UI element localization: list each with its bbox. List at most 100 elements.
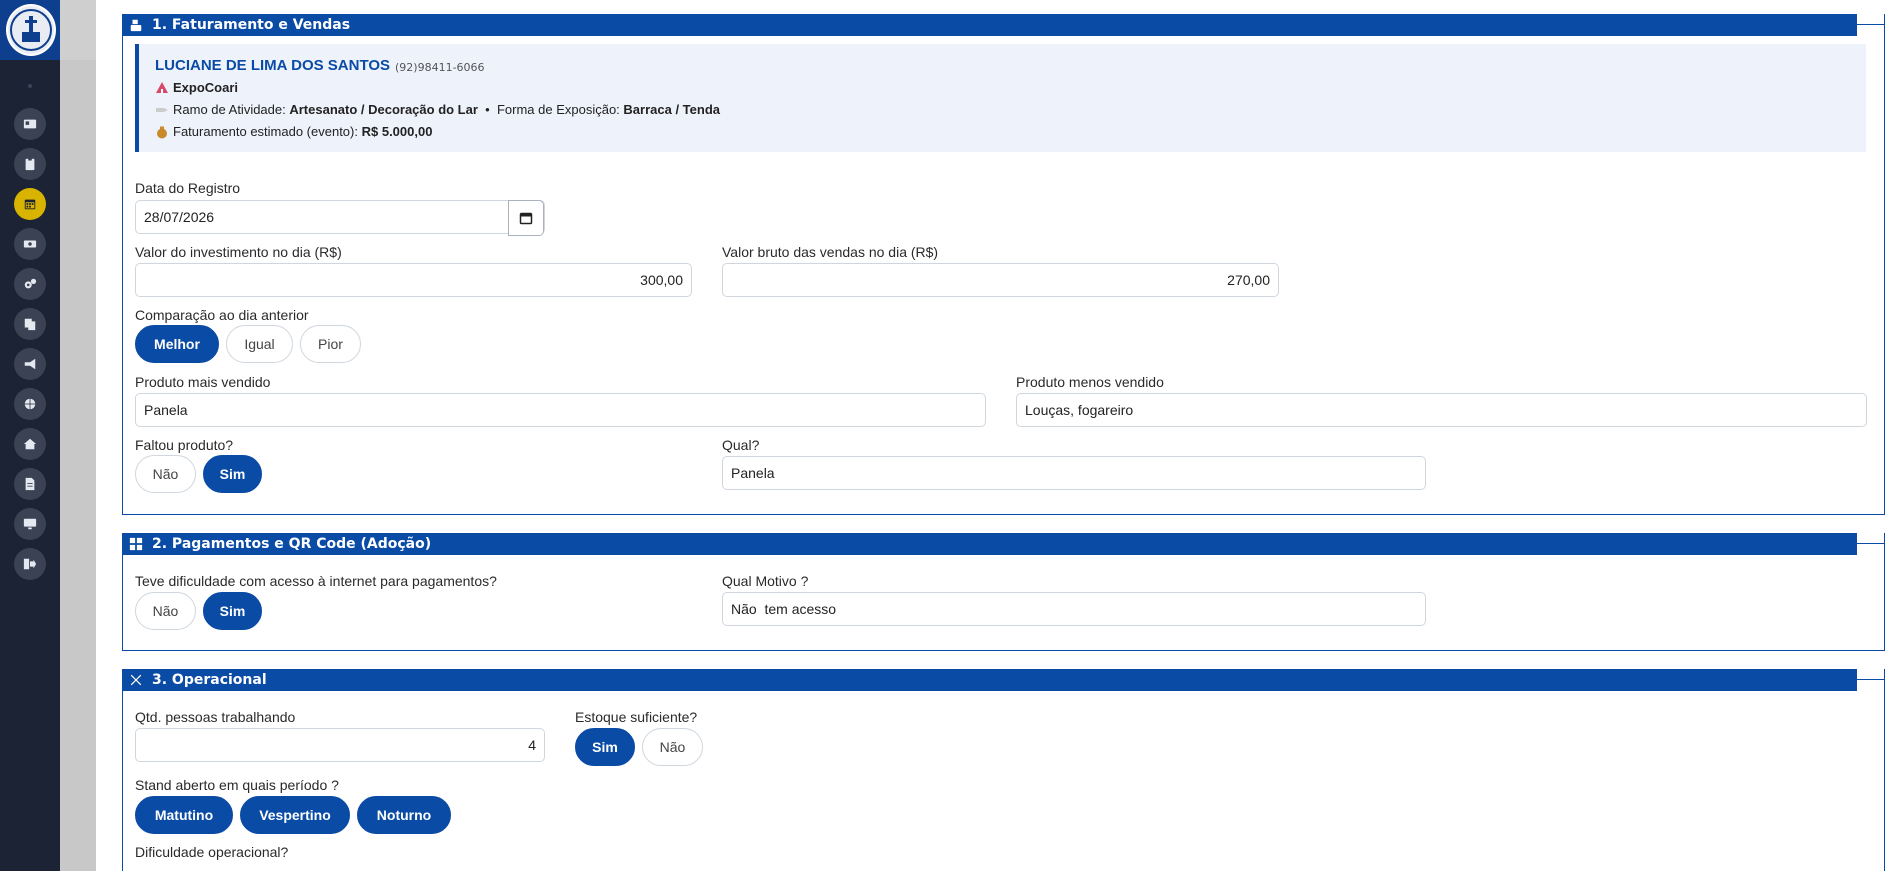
- produto-menos-label: Produto menos vendido: [1016, 374, 1164, 390]
- section-faturamento: 1. Faturamento e Vendas LUCIANE DE LIMA …: [122, 14, 1885, 515]
- section-pagamentos: 2. Pagamentos e QR Code (Adoção) Teve di…: [122, 533, 1885, 651]
- qual-value: Panela: [731, 465, 775, 481]
- qr-code-icon: [128, 536, 144, 552]
- circus-tent-icon: [156, 81, 168, 93]
- data-registro-value: 28/07/2026: [144, 209, 215, 225]
- comparacao-melhor-button[interactable]: Melhor: [135, 325, 219, 363]
- internet-sim-button[interactable]: Sim: [203, 592, 262, 630]
- section-1-corner: [1857, 24, 1885, 25]
- exhibitor-phone: (92)98411-6066: [395, 61, 485, 74]
- activity-row: Ramo de Atividade: Artesanato / Decoraçã…: [155, 102, 720, 117]
- vendas-brutas-input[interactable]: 270,00: [722, 263, 1279, 297]
- produto-menos-input[interactable]: Louças, fogareiro: [1016, 393, 1867, 427]
- periodo-noturno-button[interactable]: Noturno: [357, 796, 451, 834]
- section-1-title: 1. Faturamento e Vendas: [152, 17, 351, 33]
- main-content: 1. Faturamento e Vendas LUCIANE DE LIMA …: [96, 0, 1893, 871]
- periodo-vespertino-button[interactable]: Vespertino: [240, 796, 350, 834]
- forma-label: Forma de Exposição:: [496, 102, 620, 117]
- comparacao-label: Comparação ao dia anterior: [135, 307, 309, 323]
- nav-monitor[interactable]: [14, 508, 46, 540]
- gears-icon: [24, 278, 37, 289]
- calendar-picker-button[interactable]: [508, 200, 544, 236]
- nav-gears[interactable]: [14, 268, 46, 300]
- tools-icon: [128, 672, 144, 688]
- section-2-title: 2. Pagamentos e QR Code (Adoção): [152, 536, 432, 552]
- cash-register-icon: [128, 17, 144, 33]
- investimento-input[interactable]: 300,00: [135, 263, 692, 297]
- nav-copy[interactable]: [14, 308, 46, 340]
- investimento-value: 300,00: [640, 272, 683, 288]
- data-registro-input[interactable]: 28/07/2026: [135, 200, 545, 236]
- logout-icon: [23, 558, 37, 570]
- dificuldade-operacional-label: Dificuldade operacional?: [135, 844, 289, 860]
- faltou-nao-button[interactable]: Não: [135, 455, 196, 493]
- nav-file[interactable]: [14, 468, 46, 500]
- clipboard-icon: [25, 157, 35, 171]
- section-3-header[interactable]: 3. Operacional: [122, 669, 1857, 691]
- section-2-corner: [1857, 543, 1885, 544]
- faturamento-value: R$ 5.000,00: [361, 124, 433, 139]
- faturamento-label: Faturamento estimado (evento):: [173, 124, 358, 139]
- pessoas-label: Qtd. pessoas trabalhando: [135, 709, 296, 725]
- nav-money[interactable]: [14, 228, 46, 260]
- id-card-icon: [23, 119, 37, 129]
- monitor-icon: [23, 518, 37, 530]
- forma-value: Barraca / Tenda: [623, 102, 721, 117]
- gutter-bar: [60, 60, 96, 871]
- revenue-row: Faturamento estimado (evento): R$ 5.000,…: [155, 124, 432, 139]
- separator: •: [485, 102, 490, 117]
- ramo-value: Artesanato / Decoração do Lar: [289, 102, 478, 117]
- tag-icon: [156, 107, 168, 112]
- produto-mais-input[interactable]: Panela: [135, 393, 986, 427]
- vendas-brutas-label: Valor bruto das vendas no dia (R$): [722, 244, 939, 260]
- exhibitor-info-card: LUCIANE DE LIMA DOS SANTOS (92)98411-606…: [135, 44, 1866, 152]
- estoque-nao-button[interactable]: Não: [642, 728, 703, 766]
- estoque-label: Estoque suficiente?: [575, 709, 698, 725]
- nav-clipboard[interactable]: [14, 148, 46, 180]
- nav-logout[interactable]: [14, 548, 46, 580]
- megaphone-icon: [24, 358, 36, 370]
- motivo-input[interactable]: Não tem acesso: [722, 592, 1426, 626]
- investimento-label: Valor do investimento no dia (R$): [135, 244, 342, 260]
- data-registro-label: Data do Registro: [135, 180, 241, 196]
- nav-calendar[interactable]: [14, 188, 46, 220]
- calendar-icon: [24, 199, 36, 210]
- internet-nao-button[interactable]: Não: [135, 592, 196, 630]
- qual-label: Qual?: [722, 437, 760, 453]
- faltou-sim-button[interactable]: Sim: [203, 455, 262, 493]
- sidebar: [0, 0, 60, 871]
- nav-id-card[interactable]: [14, 108, 46, 140]
- exhibitor-name: LUCIANE DE LIMA DOS SANTOS: [155, 57, 391, 74]
- nav-megaphone[interactable]: [14, 348, 46, 380]
- logo[interactable]: [6, 4, 56, 56]
- section-operacional: 3. Operacional Qtd. pessoas trabalhando …: [122, 669, 1885, 871]
- pessoas-value: 4: [528, 737, 536, 753]
- internet-dificuldade-label: Teve dificuldade com acesso à internet p…: [135, 573, 497, 589]
- comparacao-pior-button[interactable]: Pior: [300, 325, 361, 363]
- globe-icon: [24, 398, 36, 410]
- sidebar-dot: [28, 84, 32, 88]
- section-2-header[interactable]: 2. Pagamentos e QR Code (Adoção): [122, 533, 1857, 555]
- produto-mais-label: Produto mais vendido: [135, 374, 271, 390]
- money-bag-icon: [157, 126, 167, 138]
- produto-menos-value: Louças, fogareiro: [1025, 402, 1134, 418]
- pessoas-input[interactable]: 4: [135, 728, 545, 762]
- periodo-label: Stand aberto em quais período ?: [135, 777, 339, 793]
- qual-input[interactable]: Panela: [722, 456, 1426, 490]
- event-row: ExpoCoari: [155, 80, 238, 95]
- copy-icon: [24, 318, 36, 331]
- comparacao-igual-button[interactable]: Igual: [226, 325, 293, 363]
- gutter: [60, 0, 96, 871]
- vendas-brutas-value: 270,00: [1227, 272, 1270, 288]
- section-1-header[interactable]: 1. Faturamento e Vendas: [122, 14, 1857, 36]
- city-seal-icon: [10, 9, 52, 51]
- faltou-produto-label: Faltou produto?: [135, 437, 234, 453]
- estoque-sim-button[interactable]: Sim: [575, 728, 635, 766]
- ramo-label: Ramo de Atividade:: [173, 102, 286, 117]
- nav-globe[interactable]: [14, 388, 46, 420]
- periodo-matutino-button[interactable]: Matutino: [135, 796, 233, 834]
- nav-home[interactable]: [14, 428, 46, 460]
- calendar-icon: [519, 212, 533, 225]
- file-icon: [25, 477, 35, 491]
- section-3-corner: [1857, 679, 1885, 680]
